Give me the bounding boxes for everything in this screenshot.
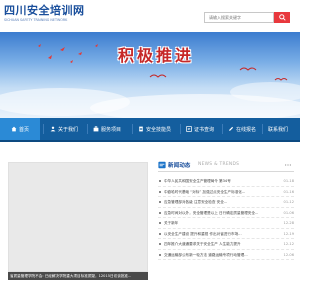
nav-divider — [262, 124, 263, 134]
bullet-icon — [159, 253, 161, 256]
banner-slogan: 积极推进 — [118, 46, 195, 65]
nav-divider — [43, 124, 44, 134]
bullet-icon — [159, 211, 161, 214]
nav-label: 首页 — [18, 126, 29, 133]
nav-label: 关于我们 — [58, 126, 79, 133]
news-item[interactable]: 中华人民共和国安全生产管理局令 第34号 01-18 — [158, 176, 294, 187]
bullet-icon — [159, 201, 161, 203]
briefcase-icon — [93, 126, 99, 132]
news-item-date: 01-18 — [283, 179, 294, 183]
main-nav: 首页 关于我们 服务项目 安全技能员 证书查询 在线报名 联系我们 — [0, 118, 300, 142]
page: 四川安全培训网 SICHUAN SAFETY TRAINING NETWORK — [0, 0, 300, 300]
search-input[interactable] — [204, 12, 274, 23]
news-item-title: 中欧哈时代基础 “对标” 加强过点安全生产标准化... — [164, 189, 246, 194]
news-panel: 新闻动态 NEWS & TRENDS 中华人民共和国安全生产管理局令 第34号 0… — [158, 160, 294, 260]
nav-item-contact[interactable]: 联系我们 — [268, 118, 288, 140]
news-item-date: 12-19 — [283, 231, 294, 236]
logo-subtitle: SICHUAN SAFETY TRAINING NETWORK — [4, 18, 68, 22]
slider-caption[interactable]: 省质量管理学院不会: 已经解决学院重大项目标准质疑，12015日访谈批准... — [8, 272, 148, 280]
nav-item-services[interactable]: 服务项目 — [93, 118, 121, 140]
news-item-title: 四年推介大道通要求关于安全生产 人生能力提升 — [164, 242, 241, 246]
nav-item-about[interactable]: 关于我们 — [50, 118, 78, 140]
nav-item-certificate[interactable]: 证书查询 — [186, 118, 214, 140]
certificate-icon — [186, 126, 192, 132]
nav-item-safety-staff[interactable]: 安全技能员 — [138, 118, 171, 140]
nav-item-register[interactable]: 在线报名 — [228, 118, 256, 140]
news-item[interactable]: 关于新年 12-28 — [158, 218, 294, 229]
news-title-en: NEWS & TRENDS — [198, 162, 240, 167]
search-icon — [278, 14, 286, 21]
nav-label: 证书查询 — [194, 126, 215, 133]
news-item[interactable]: 应急管理部对各级 注意安全检查 安全... 01-12 — [158, 197, 294, 208]
site-logo[interactable]: 四川安全培训网 SICHUAN SAFETY TRAINING NETWORK — [4, 5, 85, 23]
news-item-date: 01-16 — [283, 189, 294, 194]
banner: 积极推进 — [0, 32, 300, 118]
bird-icons — [38, 44, 98, 63]
news-item-title: 应急管理部对各级 注意安全检查 安全... — [164, 200, 228, 204]
news-item[interactable]: 交通运输部公布新一轮方法 道路运输专项行动管理... 12-06 — [158, 250, 294, 260]
document-icon — [139, 126, 143, 132]
news-item[interactable]: 中欧哈时代基础 “对标” 加强过点安全生产标准化... 01-16 — [158, 187, 294, 197]
news-item[interactable]: 应急时间对以外，安全管理是以上 日行确定质量管理安全... 01-06 — [158, 208, 294, 218]
news-item-title: 关于新年 — [164, 221, 179, 225]
bullet-icon — [159, 222, 161, 224]
bullet-icon — [159, 243, 161, 245]
news-item-title: 中华人民共和国安全生产管理局令 第34号 — [164, 179, 231, 183]
user-icon — [50, 126, 56, 132]
nav-divider — [87, 124, 88, 134]
news-item-date: 01-06 — [283, 210, 294, 215]
nav-label: 服务项目 — [101, 126, 122, 133]
search-button[interactable] — [274, 12, 290, 23]
nav-divider — [132, 124, 133, 134]
image-slider[interactable] — [8, 162, 148, 272]
news-item-date: 12-12 — [283, 242, 294, 246]
bullet-icon — [159, 232, 161, 235]
bullet-icon — [159, 190, 161, 193]
news-item-title: 交通运输部公布新一轮方法 道路运输专项行动管理... — [164, 252, 248, 257]
nav-label: 在线报名 — [236, 126, 257, 133]
news-header: 新闻动态 NEWS & TRENDS — [158, 160, 294, 172]
news-item[interactable]: 以安全生产建设 提升和重视 作出对省进行市场... 12-19 — [158, 229, 294, 239]
news-item-date: 01-12 — [283, 200, 294, 204]
news-item-date: 12-06 — [283, 252, 294, 257]
nav-label: 安全技能员 — [146, 126, 172, 133]
bullet-icon — [159, 180, 161, 182]
more-icon[interactable] — [284, 163, 292, 167]
nav-divider — [180, 124, 181, 134]
news-title: 新闻动态 — [168, 163, 191, 169]
news-item[interactable]: 四年推介大道通要求关于安全生产 人生能力提升 12-12 — [158, 239, 294, 250]
nav-label: 联系我们 — [268, 126, 289, 133]
news-list: 中华人民共和国安全生产管理局令 第34号 01-18 中欧哈时代基础 “对标” 加… — [158, 176, 294, 260]
home-icon — [11, 126, 17, 132]
header: 四川安全培训网 SICHUAN SAFETY TRAINING NETWORK — [0, 0, 300, 32]
news-item-date: 12-28 — [283, 221, 294, 225]
news-item-title: 以安全生产建设 提升和重视 作出对省进行市场... — [164, 231, 242, 236]
news-item-title: 应急时间对以外，安全管理是以上 日行确定质量管理安全... — [164, 210, 259, 215]
nav-item-home[interactable]: 首页 — [0, 118, 40, 140]
logo-title: 四川安全培训网 — [4, 4, 85, 17]
news-icon — [158, 161, 166, 169]
edit-icon — [229, 126, 234, 131]
nav-divider — [222, 124, 223, 134]
